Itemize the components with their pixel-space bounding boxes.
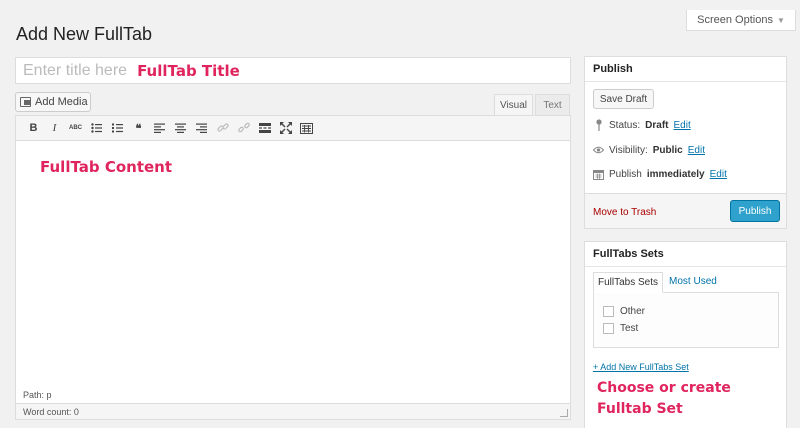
checkbox-other[interactable] [603,306,614,317]
editor-toolbar: B I ABC ❝ [16,116,570,141]
status-row: Status: Draft Edit [593,119,691,131]
sets-annotation: Choose or create Fulltab Set [597,378,731,420]
bold-icon[interactable]: B [26,121,41,136]
schedule-label: Publish [609,168,642,180]
add-media-label: Add Media [35,96,88,108]
list-item[interactable]: Other [603,306,645,317]
sets-box-title: FullTabs Sets [585,242,786,267]
unlink-icon[interactable] [236,121,251,136]
publish-box-title: Publish [585,57,786,82]
screen-options-label: Screen Options [697,14,773,26]
link-icon[interactable] [215,121,230,136]
pin-icon [593,119,604,131]
read-more-icon[interactable] [257,121,272,136]
content-editor: B I ABC ❝ FullTab Content Path: p Word c… [15,115,571,420]
page-title: Add New FullTab [16,24,153,44]
tab-all-sets[interactable]: FullTabs Sets [593,272,664,293]
align-center-icon[interactable] [173,121,188,136]
align-left-icon[interactable] [152,121,167,136]
sets-annotation-line1: Choose or create [597,380,731,396]
publish-button[interactable]: Publish [730,200,780,222]
bullet-list-icon[interactable] [89,121,104,136]
visibility-edit-link[interactable]: Edit [688,145,705,156]
resize-handle-icon[interactable] [560,409,568,417]
media-icon [20,97,31,107]
blockquote-icon[interactable]: ❝ [131,121,146,136]
numbered-list-icon[interactable] [110,121,125,136]
publish-box: Publish Save Draft Status: Draft Edit Vis… [584,56,787,229]
status-edit-link[interactable]: Edit [673,120,690,131]
fullscreen-icon[interactable] [278,121,293,136]
content-annotation: FullTab Content [40,158,173,176]
tab-text[interactable]: Text [535,94,570,115]
add-media-button[interactable]: Add Media [15,92,91,112]
status-value: Draft [645,119,669,131]
move-to-trash-link[interactable]: Move to Trash [593,207,656,218]
list-item[interactable]: Test [603,323,638,334]
checkbox-label: Test [620,323,639,334]
checkbox-test[interactable] [603,323,614,334]
fulltabs-sets-box: FullTabs Sets FullTabs Sets Most Used Ot… [584,241,787,428]
word-count-label: Word count: 0 [23,406,79,417]
path-indicator: Path: p [16,386,570,403]
eye-icon [593,144,604,156]
calendar-icon [593,168,604,180]
save-draft-button[interactable]: Save Draft [593,89,654,109]
content-area[interactable]: FullTab Content [16,141,570,386]
title-annotation: FullTab Title [137,61,240,80]
screen-options-button[interactable]: Screen Options ▼ [686,10,796,31]
title-placeholder: Enter title here [23,61,128,79]
caret-down-icon: ▼ [776,15,785,25]
checkbox-label: Other [620,306,646,317]
kitchen-sink-icon[interactable] [299,121,314,136]
tab-visual[interactable]: Visual [494,94,533,115]
tab-most-used[interactable]: Most Used [663,272,723,293]
strikethrough-icon[interactable]: ABC [68,121,83,136]
schedule-value: immediately [646,168,705,180]
publish-footer: Move to Trash Publish [585,193,786,228]
sets-checklist: Other Test [593,292,779,348]
sets-tabs: FullTabs Sets Most Used [593,272,723,293]
title-input[interactable]: Enter title here FullTab Title [15,57,571,84]
word-count: Word count: 0 [16,403,570,419]
schedule-row: Publish immediately Edit [593,168,727,180]
add-new-set-link[interactable]: + Add New FullTabs Set [593,362,689,372]
align-right-icon[interactable] [194,121,209,136]
sets-annotation-line2: Fulltab Set [597,401,683,417]
italic-icon[interactable]: I [47,121,62,136]
visibility-label: Visibility: [609,144,648,156]
visibility-value: Public [652,144,683,156]
visibility-row: Visibility: Public Edit [593,144,705,156]
schedule-edit-link[interactable]: Edit [710,169,727,180]
status-label: Status: [609,119,641,131]
